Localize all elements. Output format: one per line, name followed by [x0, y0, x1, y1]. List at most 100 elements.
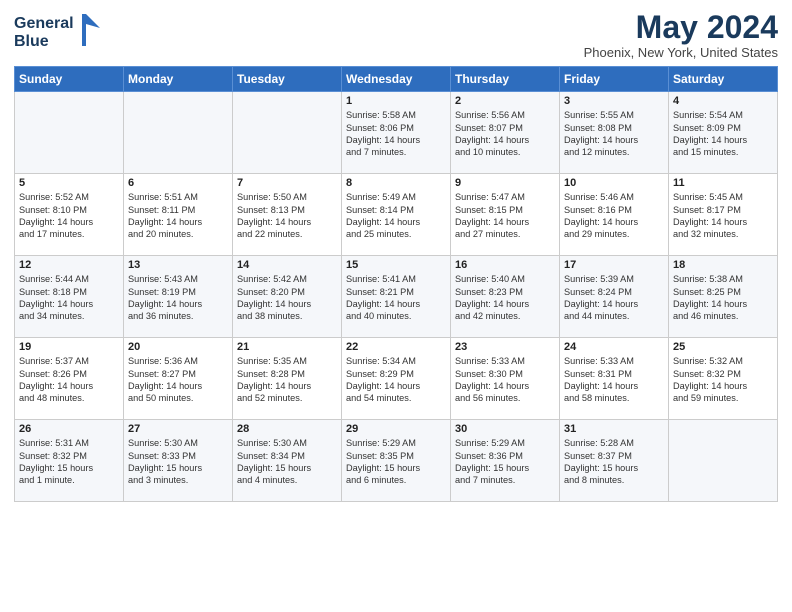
- svg-text:General: General: [14, 15, 74, 32]
- calendar-cell: 21 Sunrise: 5:35 AM Sunset: 8:28 PM Dayli…: [233, 338, 342, 420]
- day-number: 5: [19, 177, 119, 189]
- day-info: Sunrise: 5:39 AM Sunset: 8:24 PM Dayligh…: [564, 273, 664, 323]
- calendar-cell: 28Sunrise: 5:30 AM Sunset: 8:34 PM Dayli…: [233, 420, 342, 502]
- day-number: 20: [128, 341, 228, 353]
- day-number: 30: [455, 423, 555, 435]
- day-number: 26: [19, 423, 119, 435]
- header-wednesday: Wednesday: [342, 67, 451, 92]
- day-info: Sunrise: 5:42 AM Sunset: 8:20 PM Dayligh…: [237, 273, 337, 323]
- day-number: 15: [346, 259, 446, 271]
- calendar-cell: 7 Sunrise: 5:50 AM Sunset: 8:13 PM Daylig…: [233, 174, 342, 256]
- day-info: Sunrise: 5:29 AM Sunset: 8:35 PM Dayligh…: [346, 437, 446, 487]
- day-number: 1: [346, 95, 446, 107]
- svg-text:Blue: Blue: [14, 33, 49, 50]
- calendar-cell: 4 Sunrise: 5:54 AM Sunset: 8:09 PM Daylig…: [669, 92, 778, 174]
- day-number: 3: [564, 95, 664, 107]
- logo-svg: GeneralBlue: [14, 10, 104, 52]
- calendar-cell: 8 Sunrise: 5:49 AM Sunset: 8:14 PM Daylig…: [342, 174, 451, 256]
- header: GeneralBlue May 2024 Phoenix, New York, …: [14, 10, 778, 60]
- calendar-cell: 16 Sunrise: 5:40 AM Sunset: 8:23 PM Dayli…: [451, 256, 560, 338]
- calendar-cell: 22Sunrise: 5:34 AM Sunset: 8:29 PM Dayli…: [342, 338, 451, 420]
- day-number: 31: [564, 423, 664, 435]
- month-title: May 2024: [584, 10, 778, 45]
- day-number: 4: [673, 95, 773, 107]
- day-info: Sunrise: 5:56 AM Sunset: 8:07 PM Dayligh…: [455, 109, 555, 159]
- title-block: May 2024 Phoenix, New York, United State…: [584, 10, 778, 60]
- day-number: 16: [455, 259, 555, 271]
- day-info: Sunrise: 5:38 AM Sunset: 8:25 PM Dayligh…: [673, 273, 773, 323]
- day-info: Sunrise: 5:50 AM Sunset: 8:13 PM Dayligh…: [237, 191, 337, 241]
- calendar-cell: 3Sunrise: 5:55 AM Sunset: 8:08 PM Daylig…: [560, 92, 669, 174]
- day-number: 25: [673, 341, 773, 353]
- day-info: Sunrise: 5:35 AM Sunset: 8:28 PM Dayligh…: [237, 355, 337, 405]
- day-number: 9: [455, 177, 555, 189]
- day-info: Sunrise: 5:51 AM Sunset: 8:11 PM Dayligh…: [128, 191, 228, 241]
- calendar-cell: 24Sunrise: 5:33 AM Sunset: 8:31 PM Dayli…: [560, 338, 669, 420]
- day-info: Sunrise: 5:31 AM Sunset: 8:32 PM Dayligh…: [19, 437, 119, 487]
- day-number: 13: [128, 259, 228, 271]
- day-number: 28: [237, 423, 337, 435]
- header-thursday: Thursday: [451, 67, 560, 92]
- calendar-cell: 31Sunrise: 5:28 AM Sunset: 8:37 PM Dayli…: [560, 420, 669, 502]
- calendar-cell: 18 Sunrise: 5:38 AM Sunset: 8:25 PM Dayli…: [669, 256, 778, 338]
- calendar-cell: 14 Sunrise: 5:42 AM Sunset: 8:20 PM Dayli…: [233, 256, 342, 338]
- calendar-cell: 1 Sunrise: 5:58 AM Sunset: 8:06 PM Daylig…: [342, 92, 451, 174]
- day-info: Sunrise: 5:46 AM Sunset: 8:16 PM Dayligh…: [564, 191, 664, 241]
- calendar-header: Sunday Monday Tuesday Wednesday Thursday…: [15, 67, 778, 92]
- day-info: Sunrise: 5:34 AM Sunset: 8:29 PM Dayligh…: [346, 355, 446, 405]
- calendar-cell: 6Sunrise: 5:51 AM Sunset: 8:11 PM Daylig…: [124, 174, 233, 256]
- calendar-cell: 25 Sunrise: 5:32 AM Sunset: 8:32 PM Dayli…: [669, 338, 778, 420]
- calendar-week-3: 12 Sunrise: 5:44 AM Sunset: 8:18 PM Dayli…: [15, 256, 778, 338]
- day-number: 14: [237, 259, 337, 271]
- header-tuesday: Tuesday: [233, 67, 342, 92]
- day-info: Sunrise: 5:47 AM Sunset: 8:15 PM Dayligh…: [455, 191, 555, 241]
- header-friday: Friday: [560, 67, 669, 92]
- day-info: Sunrise: 5:30 AM Sunset: 8:33 PM Dayligh…: [128, 437, 228, 487]
- day-number: 12: [19, 259, 119, 271]
- weekday-header-row: Sunday Monday Tuesday Wednesday Thursday…: [15, 67, 778, 92]
- day-info: Sunrise: 5:29 AM Sunset: 8:36 PM Dayligh…: [455, 437, 555, 487]
- calendar-body: 1 Sunrise: 5:58 AM Sunset: 8:06 PM Daylig…: [15, 92, 778, 502]
- logo: GeneralBlue: [14, 10, 104, 52]
- calendar-cell: 15 Sunrise: 5:41 AM Sunset: 8:21 PM Dayli…: [342, 256, 451, 338]
- day-info: Sunrise: 5:33 AM Sunset: 8:31 PM Dayligh…: [564, 355, 664, 405]
- day-info: Sunrise: 5:45 AM Sunset: 8:17 PM Dayligh…: [673, 191, 773, 241]
- day-info: Sunrise: 5:33 AM Sunset: 8:30 PM Dayligh…: [455, 355, 555, 405]
- day-number: 2: [455, 95, 555, 107]
- calendar-cell: 19 Sunrise: 5:37 AM Sunset: 8:26 PM Dayli…: [15, 338, 124, 420]
- calendar-cell: 30 Sunrise: 5:29 AM Sunset: 8:36 PM Dayli…: [451, 420, 560, 502]
- calendar-cell: 11Sunrise: 5:45 AM Sunset: 8:17 PM Dayli…: [669, 174, 778, 256]
- day-number: 19: [19, 341, 119, 353]
- day-number: 23: [455, 341, 555, 353]
- page-container: GeneralBlue May 2024 Phoenix, New York, …: [0, 0, 792, 512]
- day-number: 7: [237, 177, 337, 189]
- calendar-cell: [233, 92, 342, 174]
- calendar-cell: 12 Sunrise: 5:44 AM Sunset: 8:18 PM Dayli…: [15, 256, 124, 338]
- day-info: Sunrise: 5:32 AM Sunset: 8:32 PM Dayligh…: [673, 355, 773, 405]
- day-number: 18: [673, 259, 773, 271]
- calendar-week-5: 26 Sunrise: 5:31 AM Sunset: 8:32 PM Dayli…: [15, 420, 778, 502]
- calendar-cell: 5 Sunrise: 5:52 AM Sunset: 8:10 PM Daylig…: [15, 174, 124, 256]
- calendar-cell: [15, 92, 124, 174]
- calendar-cell: [669, 420, 778, 502]
- day-info: Sunrise: 5:41 AM Sunset: 8:21 PM Dayligh…: [346, 273, 446, 323]
- calendar-cell: 29 Sunrise: 5:29 AM Sunset: 8:35 PM Dayli…: [342, 420, 451, 502]
- day-info: Sunrise: 5:49 AM Sunset: 8:14 PM Dayligh…: [346, 191, 446, 241]
- calendar-cell: 13 Sunrise: 5:43 AM Sunset: 8:19 PM Dayli…: [124, 256, 233, 338]
- day-info: Sunrise: 5:36 AM Sunset: 8:27 PM Dayligh…: [128, 355, 228, 405]
- day-info: Sunrise: 5:40 AM Sunset: 8:23 PM Dayligh…: [455, 273, 555, 323]
- calendar-cell: 10Sunrise: 5:46 AM Sunset: 8:16 PM Dayli…: [560, 174, 669, 256]
- day-info: Sunrise: 5:43 AM Sunset: 8:19 PM Dayligh…: [128, 273, 228, 323]
- day-number: 29: [346, 423, 446, 435]
- calendar-cell: 27Sunrise: 5:30 AM Sunset: 8:33 PM Dayli…: [124, 420, 233, 502]
- header-monday: Monday: [124, 67, 233, 92]
- day-number: 8: [346, 177, 446, 189]
- day-info: Sunrise: 5:44 AM Sunset: 8:18 PM Dayligh…: [19, 273, 119, 323]
- day-info: Sunrise: 5:37 AM Sunset: 8:26 PM Dayligh…: [19, 355, 119, 405]
- calendar-cell: 17Sunrise: 5:39 AM Sunset: 8:24 PM Dayli…: [560, 256, 669, 338]
- day-info: Sunrise: 5:58 AM Sunset: 8:06 PM Dayligh…: [346, 109, 446, 159]
- day-info: Sunrise: 5:52 AM Sunset: 8:10 PM Dayligh…: [19, 191, 119, 241]
- day-number: 21: [237, 341, 337, 353]
- day-info: Sunrise: 5:54 AM Sunset: 8:09 PM Dayligh…: [673, 109, 773, 159]
- calendar-week-1: 1 Sunrise: 5:58 AM Sunset: 8:06 PM Daylig…: [15, 92, 778, 174]
